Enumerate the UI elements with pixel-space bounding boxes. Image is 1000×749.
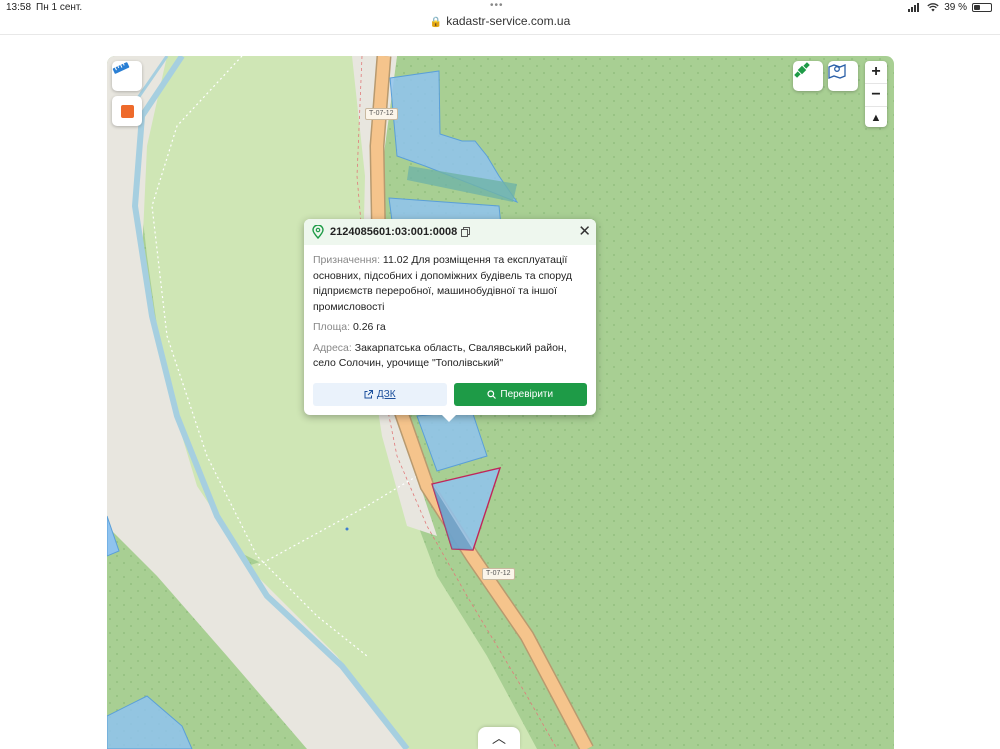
popup-pointer bbox=[442, 415, 456, 422]
check-button-label: Перевірити bbox=[500, 389, 554, 400]
dzk-button-label: ДЗК bbox=[376, 389, 396, 400]
map-layer-button[interactable] bbox=[828, 61, 858, 91]
area-label: Площа: bbox=[313, 321, 351, 333]
satellite-layer-button[interactable] bbox=[793, 61, 823, 91]
ruler-icon bbox=[112, 62, 130, 74]
address-row: Адреса: Закарпатська область, Свалявськи… bbox=[313, 341, 587, 372]
battery-icon bbox=[972, 3, 992, 12]
status-right: 39 % bbox=[908, 2, 992, 13]
chevron-up-icon: ︿ bbox=[492, 730, 506, 746]
url-text: kadastr-service.com.ua bbox=[446, 14, 571, 28]
signal-icon bbox=[908, 3, 920, 12]
popup-buttons: ДЗК Перевірити bbox=[313, 383, 587, 406]
location-pin-icon bbox=[312, 225, 324, 239]
address-value: Закарпатська область, Свалявський район,… bbox=[313, 341, 567, 370]
external-link-icon bbox=[364, 390, 373, 399]
browser-dots-icon[interactable]: ••• bbox=[490, 0, 504, 11]
search-icon bbox=[487, 390, 497, 399]
expand-panel-button[interactable]: ︿ bbox=[478, 727, 520, 749]
close-icon[interactable]: ✕ bbox=[578, 222, 591, 240]
status-time: 13:58 bbox=[6, 2, 32, 13]
copy-icon[interactable] bbox=[461, 227, 471, 237]
divider bbox=[0, 34, 1000, 35]
address-bar[interactable]: 🔒 kadastr-service.com.ua bbox=[0, 14, 1000, 32]
zoom-out-button[interactable]: − bbox=[865, 84, 887, 107]
map-pin-icon bbox=[828, 64, 846, 79]
satellite-icon bbox=[794, 62, 810, 78]
road-label: Т-07-12 bbox=[482, 568, 515, 580]
map-point bbox=[345, 527, 349, 531]
address-label: Адреса: bbox=[313, 341, 352, 354]
wifi-icon bbox=[927, 3, 939, 12]
lock-icon: 🔒 bbox=[429, 17, 443, 28]
parcel-popup: 2124085601:03:001:0008 ✕ Призначення: 11… bbox=[304, 219, 596, 422]
popup-header: 2124085601:03:001:0008 ✕ bbox=[304, 219, 596, 245]
compass-button[interactable]: ▲ bbox=[865, 107, 887, 129]
cadastral-number: 2124085601:03:001:0008 bbox=[330, 226, 458, 238]
purpose-label: Призначення: bbox=[313, 254, 380, 266]
area-value: 0.26 га bbox=[352, 321, 386, 333]
zoom-in-button[interactable]: + bbox=[865, 61, 887, 84]
orange-square-icon bbox=[120, 104, 134, 118]
battery-percent: 39 % bbox=[944, 2, 967, 13]
check-button[interactable]: Перевірити bbox=[453, 383, 587, 406]
area-row: Площа: 0.26 га bbox=[313, 320, 587, 336]
road-label: Т-07-12 bbox=[365, 108, 398, 120]
purpose-row: Призначення: 11.02 Для розміщення та екс… bbox=[313, 253, 587, 315]
area-tool-button[interactable] bbox=[112, 96, 142, 126]
dzk-button[interactable]: ДЗК bbox=[313, 383, 447, 406]
status-date: Пн 1 сент. bbox=[36, 2, 83, 13]
zoom-control: + − ▲ bbox=[865, 61, 887, 127]
popup-body: Призначення: 11.02 Для розміщення та екс… bbox=[304, 245, 596, 372]
ruler-button[interactable] bbox=[112, 61, 142, 91]
